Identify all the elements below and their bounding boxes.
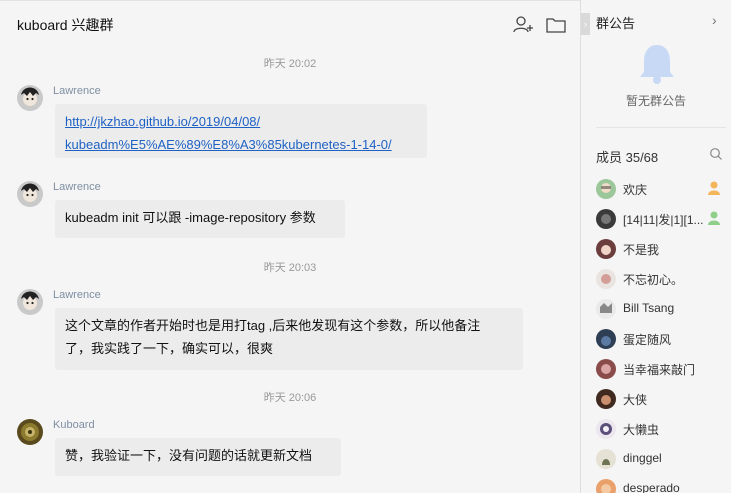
avatar[interactable]	[17, 181, 43, 207]
member-item[interactable]: 当幸福来敲门	[596, 358, 726, 380]
avatar	[596, 239, 616, 259]
bell-icon	[640, 45, 674, 84]
member-name: dinggel	[623, 451, 662, 465]
sender-name: Kuboard	[53, 419, 95, 431]
avatar	[596, 479, 616, 493]
owner-icon	[708, 181, 720, 195]
divider	[596, 127, 726, 128]
sender-name: Lawrence	[53, 289, 101, 301]
member-item[interactable]: 欢庆	[596, 178, 726, 200]
member-name: 当幸福来敲门	[623, 363, 696, 377]
chevron-right-icon[interactable]: ›	[712, 12, 717, 28]
message-bubble: kubeadm init 可以跟 -image-repository 参数	[55, 200, 345, 238]
chat-header: kuboard 兴趣群	[0, 1, 580, 47]
search-icon[interactable]	[709, 147, 723, 161]
members-title: 成员 35/68	[596, 150, 659, 165]
message-bubble: 这个文章的作者开始时也是用打tag ,后来他发现有这个参数，所以他备注 了，我实践…	[55, 308, 523, 370]
avatar[interactable]	[17, 419, 43, 445]
avatar	[596, 209, 616, 229]
member-item[interactable]: 不是我	[596, 238, 726, 260]
member-name: 大懒虫	[623, 423, 660, 437]
owner-icon	[708, 211, 720, 225]
group-sidebar: › 群公告 › 暂无群公告 成员 35/68 欢庆 [14|11|发|1][1.…	[581, 0, 731, 493]
notice-title: 群公告	[596, 16, 636, 31]
avatar	[596, 359, 616, 379]
member-name: 欢庆	[623, 183, 648, 197]
chat-panel: kuboard 兴趣群 昨天 20:02 Lawrence http://jkz…	[0, 0, 580, 493]
sender-name: Lawrence	[53, 85, 101, 97]
member-name: [14|11|发|1][1...	[623, 213, 704, 227]
chat-title: kuboard 兴趣群	[17, 17, 114, 33]
member-item[interactable]: [14|11|发|1][1...	[596, 208, 726, 230]
message-timestamp: 昨天 20:02	[263, 58, 317, 70]
member-name: 不忘初心。	[623, 273, 684, 287]
collapse-sidebar-button[interactable]: ›	[581, 13, 590, 35]
avatar[interactable]	[17, 85, 43, 111]
notice-empty-text: 暂无群公告	[625, 94, 686, 108]
message-timestamp: 昨天 20:03	[263, 262, 317, 274]
member-item[interactable]: 蛋定随风	[596, 328, 726, 350]
member-name: desperado	[623, 481, 680, 493]
avatar	[596, 299, 616, 319]
sender-name: Lawrence	[53, 181, 101, 193]
avatar	[596, 389, 616, 409]
message-timestamp: 昨天 20:06	[263, 392, 317, 404]
member-item[interactable]: Bill Tsang	[596, 298, 726, 320]
avatar	[596, 419, 616, 439]
message-bubble: http://jkzhao.github.io/2019/04/08/kubea…	[55, 104, 427, 158]
message-bubble: 赞，我验证一下，没有问题的话就更新文档	[55, 438, 341, 476]
member-item[interactable]: 不忘初心。	[596, 268, 726, 290]
member-name: 不是我	[623, 243, 660, 257]
avatar	[596, 329, 616, 349]
avatar[interactable]	[17, 289, 43, 315]
member-item[interactable]: desperado	[596, 478, 726, 493]
add-member-icon[interactable]	[512, 14, 534, 36]
member-name: 大侠	[623, 393, 648, 407]
member-item[interactable]: dinggel	[596, 448, 726, 470]
message-link[interactable]: http://jkzhao.github.io/2019/04/08/kubea…	[65, 114, 392, 152]
folder-icon[interactable]	[545, 14, 567, 36]
avatar	[596, 269, 616, 289]
member-item[interactable]: 大懒虫	[596, 418, 726, 440]
member-name: 蛋定随风	[623, 333, 672, 347]
member-item[interactable]: 大侠	[596, 388, 726, 410]
avatar	[596, 449, 616, 469]
member-name: Bill Tsang	[623, 301, 675, 315]
avatar	[596, 179, 616, 199]
